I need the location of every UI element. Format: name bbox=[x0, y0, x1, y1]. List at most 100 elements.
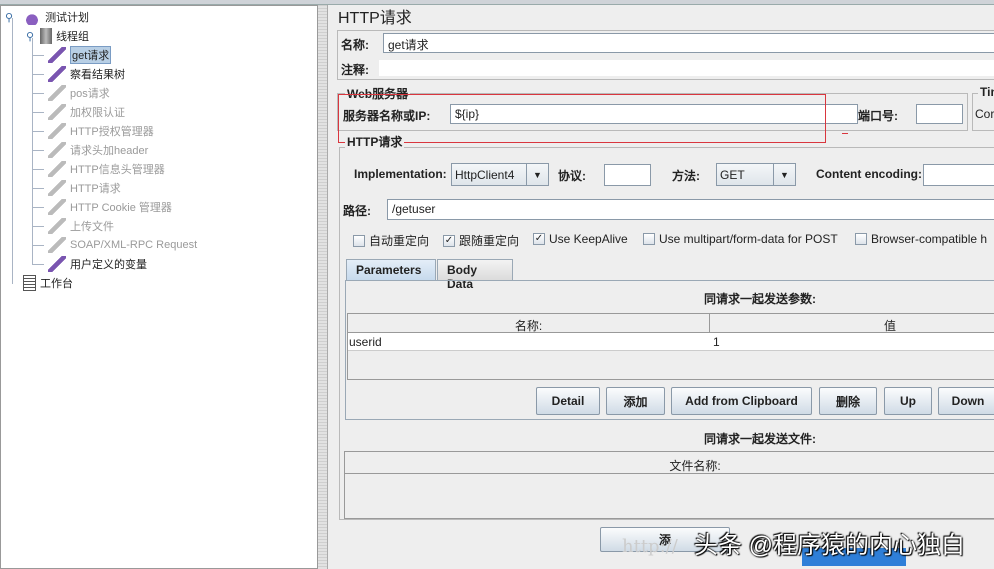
checkbox-label: Use KeepAlive bbox=[549, 232, 628, 246]
tree-connector bbox=[32, 187, 44, 189]
comment-input[interactable] bbox=[378, 59, 994, 77]
protocol-label: 协议: bbox=[558, 169, 586, 183]
add-button[interactable]: 添加 bbox=[606, 387, 665, 415]
column-header-name[interactable]: 名称: bbox=[348, 317, 709, 334]
comment-label: 注释: bbox=[341, 63, 369, 77]
sampler-icon bbox=[48, 199, 66, 215]
tree-node[interactable]: HTTP请求 bbox=[32, 179, 121, 197]
tab-parameters[interactable]: Parameters bbox=[346, 259, 436, 281]
params-table[interactable]: 名称: 值 userid 1 bbox=[347, 313, 994, 380]
checkbox-option[interactable]: ✓ 跟随重定向 bbox=[443, 232, 519, 249]
sampler-icon bbox=[48, 256, 66, 272]
tree-node[interactable]: pos请求 bbox=[32, 84, 110, 102]
encoding-label: Content encoding: bbox=[816, 167, 922, 181]
up-button[interactable]: Up bbox=[884, 387, 932, 415]
thread-group-icon bbox=[40, 28, 53, 44]
tree-connector bbox=[32, 168, 44, 170]
protocol-input[interactable] bbox=[604, 164, 651, 186]
tree-node-label: 加权限认证 bbox=[70, 107, 125, 119]
down-button[interactable]: Down bbox=[938, 387, 994, 415]
table-row[interactable]: userid 1 bbox=[348, 333, 994, 351]
params-title: 同请求一起发送参数: bbox=[704, 292, 816, 306]
files-title: 同请求一起发送文件: bbox=[704, 432, 816, 446]
tree-node-label: 请求头加header bbox=[70, 145, 149, 157]
highlight-box bbox=[338, 94, 826, 143]
tab-body-data[interactable]: Body Data bbox=[437, 259, 513, 291]
page-title: HTTP请求 bbox=[338, 10, 412, 27]
sampler-icon bbox=[48, 237, 66, 253]
name-input[interactable]: get请求 bbox=[383, 33, 994, 53]
tree-connector bbox=[32, 111, 44, 113]
test-plan-tree[interactable]: ⚲ 测试计划 ⚲ 线程组 get请求察看结果树 pos请求加权限认证 HTTP授权管理器… bbox=[0, 5, 318, 569]
encoding-input[interactable] bbox=[923, 164, 994, 186]
checkbox-icon[interactable]: ✓ bbox=[443, 234, 455, 247]
checkbox-icon[interactable]: ✓ bbox=[533, 233, 545, 245]
checkbox-option[interactable]: Use multipart/form-data for POST bbox=[643, 232, 838, 246]
timeout-legend: Tim bbox=[978, 85, 994, 99]
tree-node-label: HTTP信息头管理器 bbox=[70, 164, 165, 176]
tree-node-test-plan[interactable]: ⚲ 测试计划 bbox=[5, 8, 89, 26]
path-label: 路径: bbox=[343, 204, 371, 218]
checkbox-icon[interactable] bbox=[353, 234, 365, 247]
tree-connector bbox=[32, 73, 44, 75]
checkbox-option[interactable]: ✓ Use KeepAlive bbox=[533, 232, 628, 246]
watermark-url: http:// bbox=[622, 536, 678, 557]
tree-node-label: SOAP/XML-RPC Request bbox=[70, 239, 198, 251]
sampler-icon bbox=[48, 218, 66, 234]
port-label: 端口号: bbox=[858, 109, 898, 123]
tree-node-label: HTTP授权管理器 bbox=[70, 126, 154, 138]
tree-connector bbox=[32, 130, 44, 132]
tree-connector bbox=[32, 263, 44, 265]
tree-node[interactable]: SOAP/XML-RPC Request bbox=[32, 236, 198, 254]
tree-connector bbox=[32, 92, 44, 94]
tree-node-label: pos请求 bbox=[70, 88, 110, 100]
tree-node-label: 察看结果树 bbox=[70, 69, 125, 81]
tree-connector bbox=[32, 244, 44, 246]
tree-node-workbench[interactable]: 工作台 bbox=[23, 274, 73, 292]
files-table[interactable]: 文件名称: bbox=[344, 451, 994, 519]
param-name-cell[interactable]: userid bbox=[349, 335, 382, 349]
tree-connector bbox=[32, 149, 44, 151]
clipboard-icon bbox=[23, 275, 36, 291]
sampler-icon bbox=[48, 47, 66, 63]
connect-timeout-label: Cor bbox=[975, 107, 994, 121]
detail-button[interactable]: Detail bbox=[536, 387, 600, 415]
implementation-value: HttpClient4 bbox=[455, 168, 515, 182]
param-value-cell[interactable]: 1 bbox=[713, 335, 720, 349]
checkbox-label: Browser-compatible h bbox=[871, 232, 988, 246]
delete-button[interactable]: 删除 bbox=[819, 387, 877, 415]
tree-node[interactable]: HTTP信息头管理器 bbox=[32, 160, 165, 178]
tree-node[interactable]: 请求头加header bbox=[32, 141, 149, 159]
tree-node[interactable]: 加权限认证 bbox=[32, 103, 125, 121]
sampler-icon bbox=[48, 161, 66, 177]
tree-node[interactable]: 用户定义的变量 bbox=[32, 255, 147, 273]
tree-node[interactable]: 察看结果树 bbox=[32, 65, 125, 83]
expand-toggle-icon[interactable]: ⚲ bbox=[5, 11, 13, 24]
implementation-select[interactable]: HttpClient4 ▼ bbox=[451, 163, 549, 186]
path-input[interactable]: /getuser bbox=[387, 199, 994, 220]
tree-node-label: get请求 bbox=[70, 46, 112, 64]
checkbox-icon[interactable] bbox=[643, 233, 655, 245]
add-from-clipboard-button[interactable]: Add from Clipboard bbox=[671, 387, 812, 415]
checkbox-label: 跟随重定向 bbox=[459, 234, 520, 248]
tree-node-label: 上传文件 bbox=[70, 221, 114, 233]
method-select[interactable]: GET ▼ bbox=[716, 163, 796, 186]
checkbox-icon[interactable] bbox=[855, 233, 867, 245]
sampler-icon bbox=[48, 180, 66, 196]
tree-node[interactable]: HTTP Cookie 管理器 bbox=[32, 198, 172, 216]
checkbox-option[interactable]: 自动重定向 bbox=[353, 232, 429, 249]
http-request-legend: HTTP请求 bbox=[345, 133, 405, 150]
column-header-file-name[interactable]: 文件名称: bbox=[345, 457, 994, 474]
tree-node[interactable]: HTTP授权管理器 bbox=[32, 122, 154, 140]
port-input[interactable] bbox=[916, 104, 963, 124]
tree-node[interactable]: get请求 bbox=[32, 46, 112, 64]
tree-connector bbox=[32, 225, 44, 227]
column-header-value[interactable]: 值 bbox=[710, 317, 994, 334]
tree-node[interactable]: 上传文件 bbox=[32, 217, 114, 235]
sampler-icon bbox=[48, 85, 66, 101]
splitter-handle[interactable] bbox=[318, 5, 328, 569]
watermark-text: 头条 @程序猿的内心独白 bbox=[694, 532, 966, 559]
checkbox-option[interactable]: Browser-compatible h bbox=[855, 232, 987, 246]
expand-toggle-icon[interactable]: ⚲ bbox=[26, 30, 34, 43]
tree-node-thread-group[interactable]: ⚲ 线程组 bbox=[26, 27, 89, 45]
